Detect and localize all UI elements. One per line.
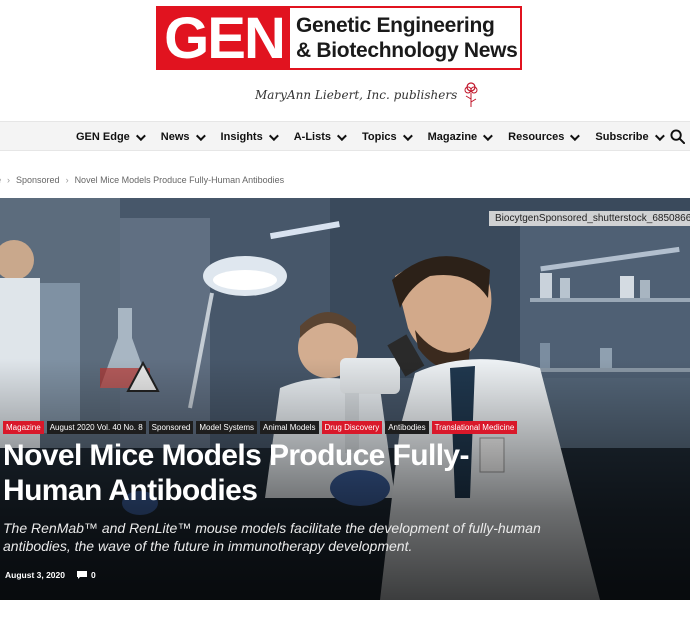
logo-line-2: & Biotechnology News [296, 39, 518, 62]
article-title-line-1: Novel Mice Models Produce Fully- [3, 439, 470, 472]
featured-article[interactable]: BiocytgenSponsored_shutterstock_68508665… [0, 198, 690, 600]
nav-item-magazine[interactable]: Magazine [427, 130, 494, 143]
site-logo[interactable]: GEN Genetic Engineering & Biotechnology … [156, 6, 522, 71]
comment-icon [77, 571, 87, 579]
nav-item-label: Resources [508, 131, 565, 143]
tag-drug-discovery[interactable]: Drug Discovery [321, 421, 383, 434]
breadcrumb-separator-icon: › [65, 175, 69, 185]
nav-item-label: A-Lists [293, 131, 331, 143]
chevron-down-icon [483, 130, 494, 141]
chevron-down-icon [195, 130, 206, 141]
publisher-credit: MaryAnn Liebert, Inc. publishers [255, 80, 481, 110]
article-tags: Magazine August 2020 Vol. 40 No. 8 Spons… [3, 421, 518, 434]
nav-item-a-lists[interactable]: A-Lists [293, 130, 347, 143]
site-header: GEN Genetic Engineering & Biotechnology … [0, 0, 690, 120]
breadcrumb-current: Novel Mice Models Produce Fully-Human An… [74, 175, 285, 185]
main-nav: GEN Edge News Insights A-Lists Topics Ma… [0, 121, 690, 151]
nav-item-label: Magazine [427, 131, 478, 143]
publisher-name: MaryAnn Liebert, Inc. publishers [255, 88, 458, 102]
article-title[interactable]: Novel Mice Models Produce Fully- Human A… [3, 438, 503, 508]
chevron-down-icon [135, 130, 146, 141]
chevron-down-icon [570, 130, 581, 141]
nav-item-label: Subscribe [595, 131, 649, 143]
logo-mark: GEN [158, 6, 290, 71]
tag-sponsored[interactable]: Sponsored [148, 421, 194, 434]
article-dek: The RenMab™ and RenLite™ mouse models fa… [3, 520, 541, 554]
article-date: August 3, 2020 [5, 570, 65, 580]
chevron-down-icon [268, 130, 279, 141]
flower-icon [464, 82, 478, 107]
tag-animal-models[interactable]: Animal Models [260, 421, 319, 434]
nav-menu: GEN Edge News Insights A-Lists Topics Ma… [76, 122, 665, 152]
search-icon[interactable] [670, 129, 685, 144]
breadcrumb-home[interactable]: e [0, 175, 1, 185]
tag-translational-medicine[interactable]: Translational Medicine [431, 421, 518, 434]
article-meta: August 3, 2020 0 [5, 570, 96, 580]
nav-item-news[interactable]: News [160, 130, 206, 143]
nav-item-label: Insights [220, 131, 263, 143]
tag-model-systems[interactable]: Model Systems [196, 421, 258, 434]
chevron-down-icon [336, 130, 347, 141]
comments-link[interactable]: 0 [77, 570, 96, 580]
nav-item-insights[interactable]: Insights [220, 130, 279, 143]
nav-item-gen-edge[interactable]: GEN Edge [76, 130, 146, 143]
breadcrumb-section[interactable]: Sponsored [16, 175, 60, 185]
breadcrumb-separator-icon: › [7, 175, 11, 185]
chevron-down-icon [402, 130, 413, 141]
nav-item-subscribe[interactable]: Subscribe [595, 130, 665, 143]
logo-wordmark: Genetic Engineering & Biotechnology News [290, 8, 520, 68]
image-caption: BiocytgenSponsored_shutterstock_68508665… [489, 211, 690, 226]
tag-issue[interactable]: August 2020 Vol. 40 No. 8 [46, 421, 146, 434]
breadcrumb: e › Sponsored › Novel Mice Models Produc… [0, 175, 284, 185]
nav-item-label: GEN Edge [76, 131, 130, 143]
nav-item-topics[interactable]: Topics [362, 130, 413, 143]
logo-line-1: Genetic Engineering [296, 14, 495, 37]
comment-count: 0 [91, 570, 96, 580]
chevron-down-icon [654, 130, 665, 141]
nav-item-label: News [160, 131, 190, 143]
article-title-line-2: Human Antibodies [3, 474, 258, 507]
nav-item-resources[interactable]: Resources [508, 130, 581, 143]
tag-antibodies[interactable]: Antibodies [385, 421, 429, 434]
nav-item-label: Topics [362, 131, 397, 143]
tag-magazine[interactable]: Magazine [3, 421, 44, 434]
